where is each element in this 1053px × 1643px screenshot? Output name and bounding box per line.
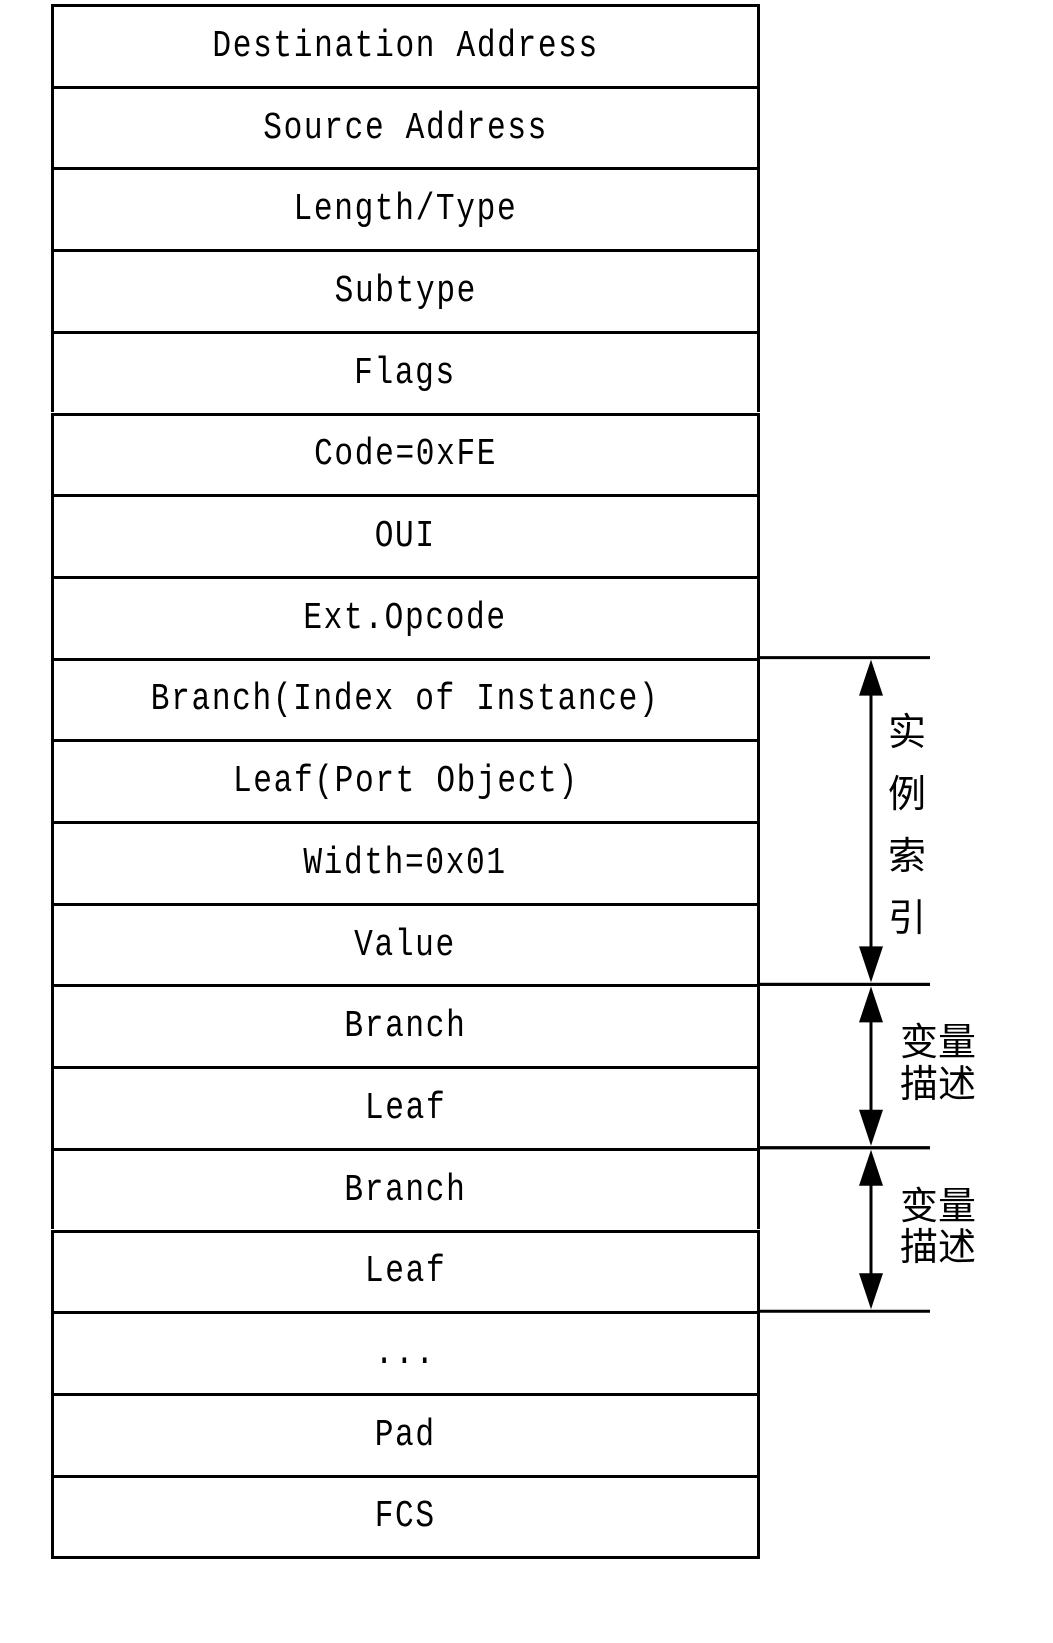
- field-row: ...: [51, 1311, 760, 1393]
- annotation-label-line: 实: [888, 710, 927, 754]
- field-row: Code=0xFE: [51, 412, 760, 495]
- arrow-up-icon: [859, 659, 883, 696]
- annotation-label-line: 例: [888, 772, 927, 816]
- arrow-down-icon: [859, 1273, 883, 1310]
- field-label: Source Address: [263, 106, 548, 150]
- field-row: Subtype: [51, 249, 760, 331]
- field-row: Ext.Opcode: [51, 575, 760, 658]
- field-row: Leaf: [51, 1229, 760, 1312]
- annotation-label: 变量 描述: [900, 1020, 977, 1106]
- arrow-down-icon: [859, 946, 883, 983]
- field-label: OUI: [374, 515, 437, 559]
- field-row: Destination Address: [51, 4, 760, 86]
- annotation-label-line: 描述: [900, 1061, 977, 1106]
- field-row: Flags: [51, 330, 760, 413]
- annotation-label-line: 索: [888, 834, 927, 878]
- field-label: Flags: [354, 351, 457, 395]
- field-row: Branch(Index of Instance): [51, 657, 760, 740]
- annotation-label-line: 描述: [900, 1225, 977, 1270]
- arrow-down-icon: [859, 1109, 883, 1146]
- field-label: Leaf: [364, 1250, 447, 1294]
- field-label: Subtype: [334, 269, 477, 313]
- field-label: Leaf(Port Object): [232, 760, 579, 804]
- field-label: ...: [374, 1332, 437, 1376]
- field-row: Value: [51, 902, 760, 985]
- field-label: Width=0x01: [303, 841, 508, 885]
- annotation-label: 实例索引: [888, 701, 926, 949]
- field-label: FCS: [374, 1495, 437, 1539]
- field-row: Branch: [51, 1147, 760, 1230]
- field-row: OUI: [51, 494, 760, 576]
- annotation-label: 变量 描述: [900, 1183, 977, 1270]
- field-label: Code=0xFE: [313, 433, 498, 477]
- field-row: Length/Type: [51, 167, 760, 250]
- annotation-label-line: 引: [888, 896, 927, 940]
- field-row: FCS: [51, 1474, 760, 1560]
- annotation-label-line: 变量: [900, 1020, 977, 1065]
- field-row: Branch: [51, 984, 760, 1067]
- field-label: Ext.Opcode: [303, 596, 508, 640]
- field-row: Leaf(Port Object): [51, 739, 760, 821]
- field-label: Value: [354, 923, 457, 967]
- field-label: Pad: [374, 1413, 437, 1457]
- field-row: Source Address: [51, 85, 760, 168]
- field-label: Destination Address: [212, 24, 599, 68]
- field-row: Pad: [51, 1392, 760, 1475]
- arrow-up-icon: [859, 1149, 883, 1186]
- field-label: Length/Type: [293, 188, 518, 232]
- field-label: Branch: [344, 1168, 467, 1212]
- field-label: Branch(Index of Instance): [151, 678, 660, 722]
- field-row: Width=0x01: [51, 821, 760, 903]
- field-row: Leaf: [51, 1066, 760, 1148]
- annotation-label-line: 变量: [900, 1183, 977, 1228]
- field-label: Leaf: [364, 1086, 447, 1130]
- field-label: Branch: [344, 1005, 467, 1049]
- arrow-up-icon: [859, 986, 883, 1023]
